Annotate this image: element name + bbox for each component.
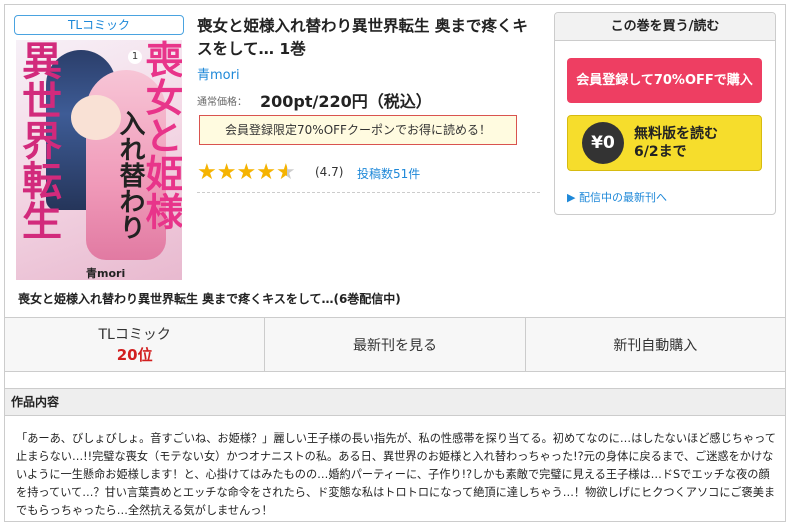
- series-title[interactable]: 喪女と姫様入れ替わり異世界転生 奥まで疼くキスをして…(6巻配信中): [18, 290, 401, 307]
- description-body: 「あーあ、びしょびしょ。音すごいね、お姫様？」麗しい王子様の長い指先が、私の性感…: [16, 432, 776, 516]
- tab-genre-ranking[interactable]: TLコミック 20位: [5, 318, 266, 371]
- price-label: 通常価格：: [197, 97, 247, 108]
- cover-title-part3: 入れ替わり: [115, 110, 145, 240]
- free-read-line1: 無料版を読む: [634, 126, 718, 142]
- tab-latest-volume[interactable]: 最新刊を見る: [265, 318, 526, 371]
- star-icon: ★: [216, 160, 237, 185]
- free-read-label: 無料版を読む 6/2まで: [634, 125, 718, 161]
- free-read-line2: 6/2まで: [634, 144, 687, 160]
- star-icon: ★: [256, 160, 276, 185]
- description-heading: 作品内容: [5, 388, 785, 416]
- cover-author: 青mori: [86, 267, 126, 280]
- purchase-panel-header: この巻を買う/読む: [555, 13, 775, 41]
- half-star-icon: ★: [275, 160, 296, 185]
- rank-value: 20位: [116, 346, 153, 364]
- member-purchase-button[interactable]: 会員登録して70%OFFで購入: [567, 58, 762, 103]
- cover-volume-number: 1: [128, 50, 142, 64]
- yen-zero-icon: ¥0: [582, 122, 624, 164]
- category-badge[interactable]: TLコミック: [14, 15, 184, 35]
- star-icon: ★: [197, 160, 217, 185]
- free-read-button[interactable]: ¥0 無料版を読む 6/2まで: [567, 115, 762, 171]
- purchase-panel: この巻を買う/読む 会員登録して70%OFFで購入 ¥0 無料版を読む 6/2ま…: [554, 12, 776, 215]
- cover-title-part1: 異世界転生: [16, 40, 62, 240]
- reviews-link[interactable]: 投稿数51件: [357, 165, 420, 182]
- star-icon: ★: [236, 160, 257, 185]
- tab-genre-label: TLコミック: [98, 327, 171, 343]
- book-title: 喪女と姫様入れ替わり異世界転生 奥まで疼くキスをして… 1巻: [197, 17, 528, 58]
- price: 200pt/220円（税込）: [260, 92, 432, 111]
- book-cover[interactable]: 異世界転生 喪女と姫様 入れ替わり 1 青mori: [16, 40, 182, 280]
- tab-auto-purchase[interactable]: 新刊自動購入: [526, 318, 785, 371]
- latest-volume-link[interactable]: ▶ 配信中の最新刊へ: [567, 189, 667, 205]
- author-link[interactable]: 青mori: [197, 64, 240, 83]
- action-tabs: TLコミック 20位 最新刊を見る 新刊自動購入: [5, 317, 785, 372]
- tab-latest-label: 最新刊を見る: [352, 337, 437, 354]
- tab-auto-label: 新刊自動購入: [613, 337, 698, 354]
- divider: [197, 192, 540, 193]
- rating-value: (4.7): [315, 165, 344, 179]
- star-rating: ★ ★ ★ ★ ★: [197, 160, 296, 185]
- coupon-banner: 会員登録限定70%OFFクーポンでお得に読める！: [199, 115, 517, 145]
